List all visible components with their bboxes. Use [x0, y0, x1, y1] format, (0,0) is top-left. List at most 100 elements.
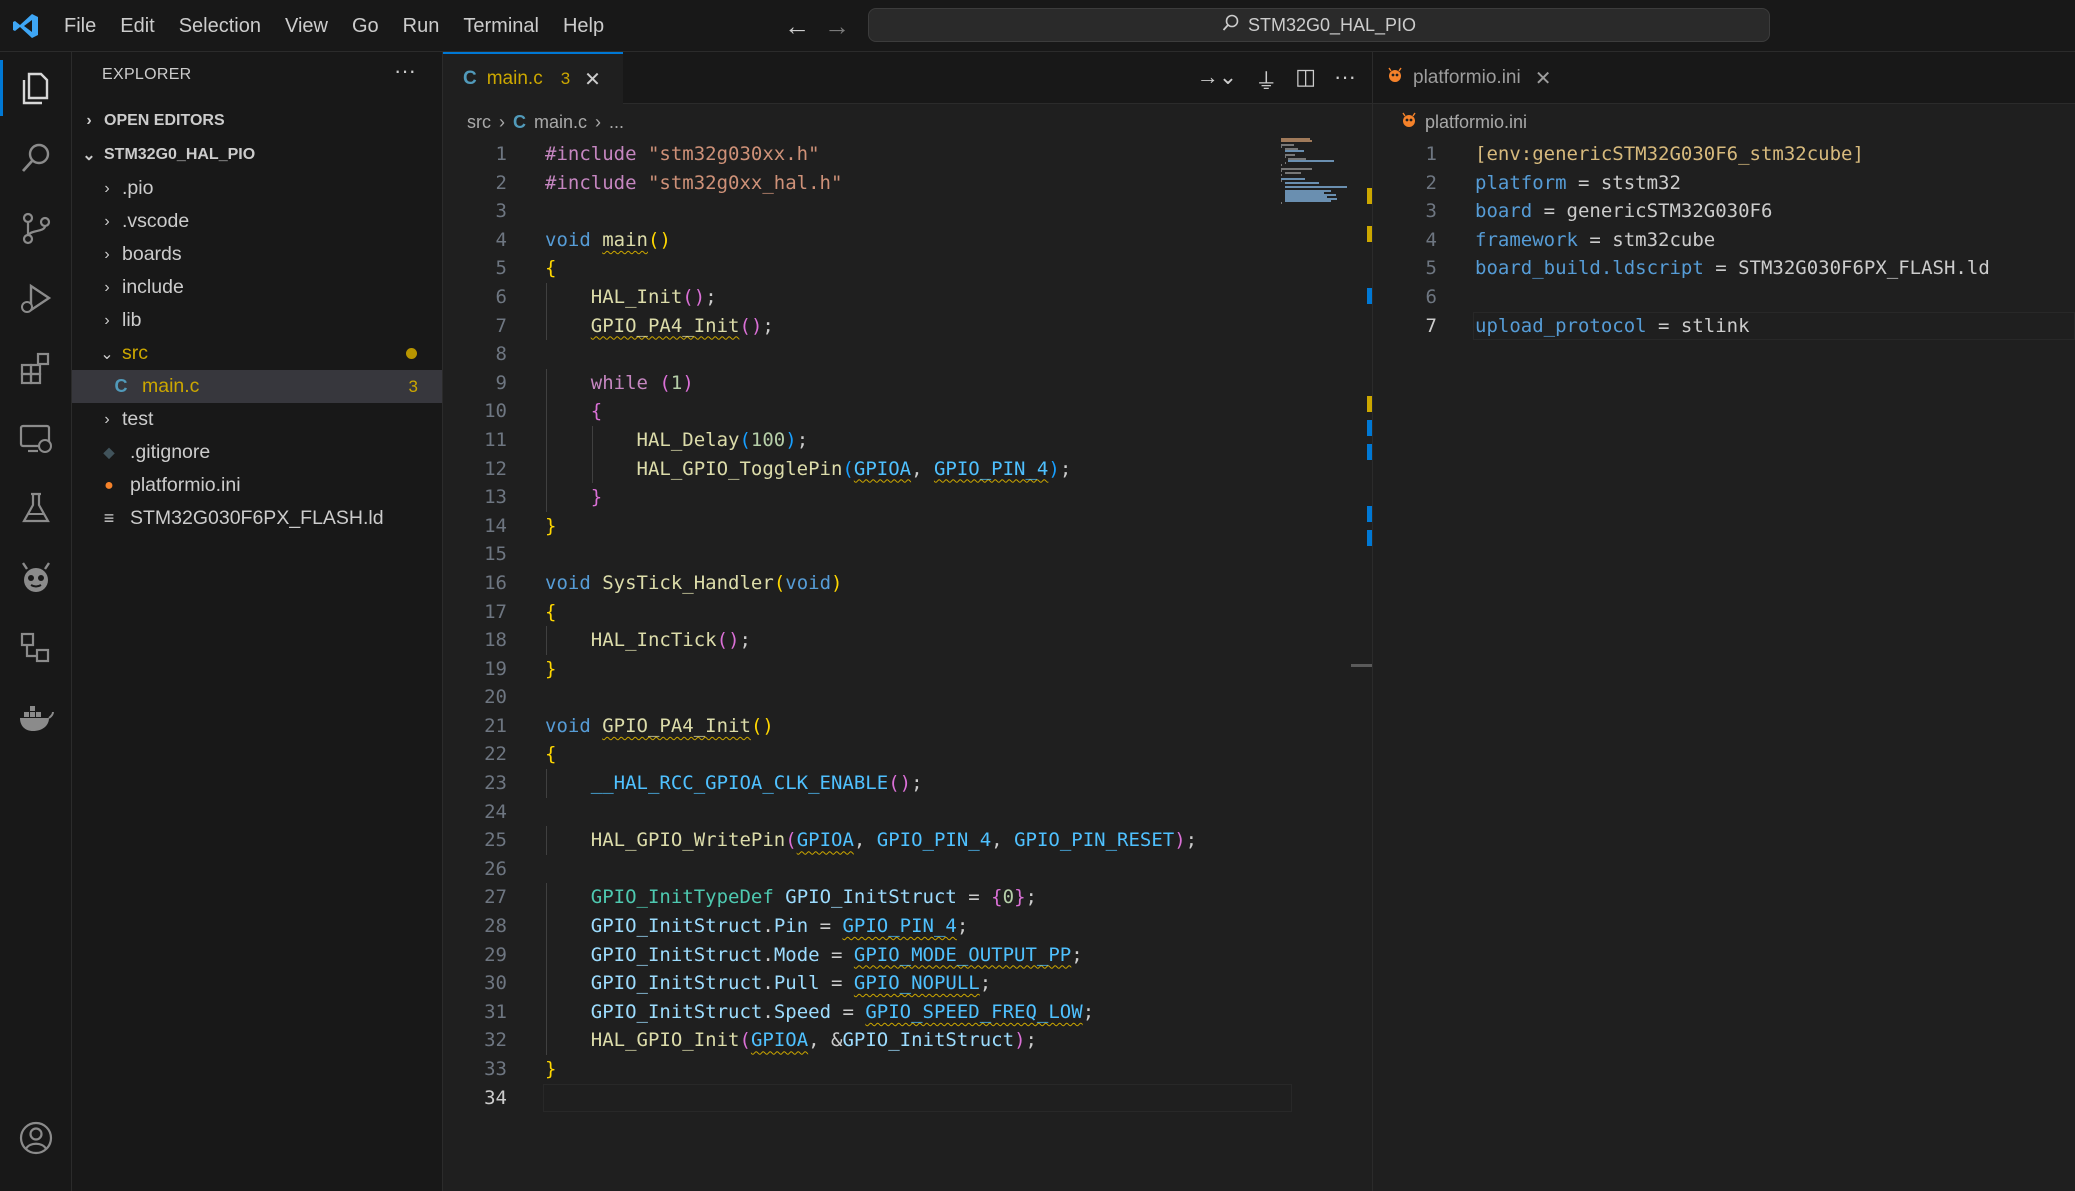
- run-debug-icon[interactable]: [14, 276, 58, 320]
- tree-item[interactable]: › lib: [72, 304, 442, 337]
- breadcrumb-file[interactable]: main.c: [534, 112, 587, 133]
- run-arrow-icon[interactable]: →⌄: [1197, 64, 1237, 96]
- menu-edit[interactable]: Edit: [108, 0, 166, 52]
- code-line[interactable]: 18 HAL_IncTick();: [443, 626, 1372, 655]
- code-line[interactable]: 8: [443, 340, 1372, 369]
- menu-help[interactable]: Help: [551, 0, 616, 52]
- tree-item[interactable]: › boards: [72, 238, 442, 271]
- code-line[interactable]: 7 upload_protocol = stlink: [1373, 311, 2075, 341]
- line-number: 7: [1425, 314, 1437, 337]
- tree-item[interactable]: ≡ STM32G030F6PX_FLASH.ld: [72, 502, 442, 535]
- line-number: 1: [495, 143, 507, 165]
- code-line[interactable]: 25 HAL_GPIO_WritePin(GPIOA, GPIO_PIN_4, …: [443, 826, 1372, 855]
- code-line[interactable]: 17 {: [443, 598, 1372, 627]
- code-line[interactable]: 3: [443, 197, 1372, 226]
- menu-go[interactable]: Go: [340, 0, 391, 52]
- project-section[interactable]: ⌄ STM32G0_HAL_PIO: [72, 138, 442, 171]
- tree-item[interactable]: › .vscode: [72, 205, 442, 238]
- close-icon[interactable]: ✕: [584, 67, 601, 92]
- json-outline-icon[interactable]: [14, 626, 58, 670]
- menu-selection[interactable]: Selection: [167, 0, 273, 52]
- code-line[interactable]: 29 GPIO_InitStruct.Mode = GPIO_MODE_OUTP…: [443, 940, 1372, 970]
- tree-item[interactable]: ◆ .gitignore: [72, 436, 442, 469]
- code-line[interactable]: 15: [443, 540, 1372, 569]
- tab-platformio-ini[interactable]: platformio.ini ✕: [1373, 52, 1569, 104]
- code-line[interactable]: 4 framework = stm32cube: [1373, 226, 2075, 255]
- split-editor-icon[interactable]: ◫: [1295, 64, 1316, 96]
- code-line[interactable]: 6: [1373, 283, 2075, 312]
- code-line[interactable]: 28 GPIO_InitStruct.Pin = GPIO_PIN_4;: [443, 912, 1372, 941]
- code-editor[interactable]: 1 #include "stm32g030xx.h" 2 #include "stm3…: [443, 140, 1372, 1112]
- code-line[interactable]: 27 GPIO_InitTypeDef GPIO_InitStruct = {0…: [443, 883, 1372, 913]
- search-icon[interactable]: [14, 136, 58, 180]
- code-line[interactable]: 6 HAL_Init();: [443, 282, 1372, 312]
- code-line[interactable]: 5{: [443, 254, 1372, 283]
- extensions-icon[interactable]: [14, 346, 58, 390]
- line-number: 8: [495, 343, 507, 366]
- code-line[interactable]: 14}: [443, 512, 1372, 541]
- code-line[interactable]: 1 [env:genericSTM32G030F6_stm32cube]: [1373, 140, 2075, 169]
- code-line[interactable]: 1 #include "stm32g030xx.h": [443, 140, 1372, 169]
- breadcrumb-symbol[interactable]: ...: [609, 112, 624, 133]
- code-line[interactable]: 10 {: [443, 397, 1372, 426]
- code-line[interactable]: 7 GPIO_PA4_Init();: [443, 311, 1372, 341]
- code-line[interactable]: 16 void SysTick_Handler(void): [443, 569, 1372, 598]
- back-arrow-icon[interactable]: ←: [784, 12, 810, 40]
- tree-item[interactable]: ⌄ src: [72, 337, 442, 370]
- code-line[interactable]: 31 GPIO_InitStruct.Speed = GPIO_SPEED_FR…: [443, 997, 1372, 1027]
- code-editor[interactable]: 1 [env:genericSTM32G030F6_stm32cube] 2 plat…: [1373, 140, 2075, 340]
- code-line[interactable]: 30 GPIO_InitStruct.Pull = GPIO_NOPULL;: [443, 969, 1372, 998]
- command-center-search[interactable]: STM32G0_HAL_PIO: [868, 8, 1770, 42]
- code-line[interactable]: 26: [443, 855, 1372, 884]
- more-actions-icon[interactable]: ···: [394, 58, 416, 84]
- code-line[interactable]: 23 __HAL_RCC_GPIOA_CLK_ENABLE();: [443, 769, 1372, 798]
- code-line[interactable]: 13 }: [443, 483, 1372, 512]
- open-editors-section[interactable]: › OPEN EDITORS: [72, 104, 442, 137]
- tree-item[interactable]: Cmain.c 3: [72, 370, 442, 403]
- code-text: }: [590, 486, 603, 509]
- more-actions-icon[interactable]: ···: [1334, 64, 1356, 96]
- tab-main-c[interactable]: C main.c 3 ✕: [443, 52, 623, 104]
- docker-icon[interactable]: [14, 696, 58, 740]
- code-line[interactable]: 3 board = genericSTM32G030F6: [1373, 197, 2075, 226]
- scrollbar-thumb[interactable]: [1351, 664, 1372, 667]
- code-line[interactable]: 2 #include "stm32g0xx_hal.h": [443, 169, 1372, 198]
- code-line[interactable]: 20: [443, 683, 1372, 712]
- plug-icon[interactable]: ⏚: [1255, 64, 1277, 96]
- menu-terminal[interactable]: Terminal: [451, 0, 551, 52]
- code-line[interactable]: 24: [443, 798, 1372, 827]
- code-line[interactable]: 21 void GPIO_PA4_Init(): [443, 712, 1372, 741]
- code-text: GPIO_PA4_Init();: [590, 314, 774, 337]
- code-line[interactable]: 11 HAL_Delay(100);: [443, 425, 1372, 455]
- tree-item[interactable]: ● platformio.ini: [72, 469, 442, 502]
- close-icon[interactable]: ✕: [1535, 66, 1552, 91]
- explorer-icon[interactable]: [14, 66, 58, 110]
- source-control-icon[interactable]: [14, 206, 58, 250]
- code-line[interactable]: 4 void main(): [443, 226, 1372, 255]
- minimap[interactable]: [1281, 138, 1351, 208]
- tree-item[interactable]: › test: [72, 403, 442, 436]
- platformio-icon[interactable]: [14, 556, 58, 600]
- code-line[interactable]: 22 {: [443, 740, 1372, 769]
- code-line[interactable]: 34: [443, 1083, 1372, 1113]
- menu-view[interactable]: View: [273, 0, 340, 52]
- tree-item[interactable]: › .pio: [72, 172, 442, 205]
- breadcrumb-folder[interactable]: src: [467, 112, 491, 133]
- minimap-line: [1281, 140, 1313, 142]
- menu-file[interactable]: File: [52, 0, 108, 52]
- code-line[interactable]: 32 HAL_GPIO_Init(GPIOA, &GPIO_InitStruct…: [443, 1026, 1372, 1055]
- code-line[interactable]: 2 platform = ststm32: [1373, 169, 2075, 198]
- code-line[interactable]: 5 board_build.ldscript = STM32G030F6PX_FL…: [1373, 254, 2075, 283]
- forward-arrow-icon[interactable]: →: [824, 12, 850, 40]
- line-number: 30: [484, 972, 507, 995]
- code-line[interactable]: 12 HAL_GPIO_TogglePin(GPIOA, GPIO_PIN_4)…: [443, 454, 1372, 484]
- remote-explorer-icon[interactable]: [14, 416, 58, 460]
- code-line[interactable]: 33}: [443, 1055, 1372, 1084]
- tree-item[interactable]: › include: [72, 271, 442, 304]
- account-icon[interactable]: [14, 1116, 58, 1160]
- testing-icon[interactable]: [14, 486, 58, 530]
- code-line[interactable]: 9 while (1): [443, 368, 1372, 398]
- menu-run[interactable]: Run: [391, 0, 452, 52]
- code-line[interactable]: 19}: [443, 655, 1372, 684]
- breadcrumb-file[interactable]: platformio.ini: [1425, 112, 1527, 133]
